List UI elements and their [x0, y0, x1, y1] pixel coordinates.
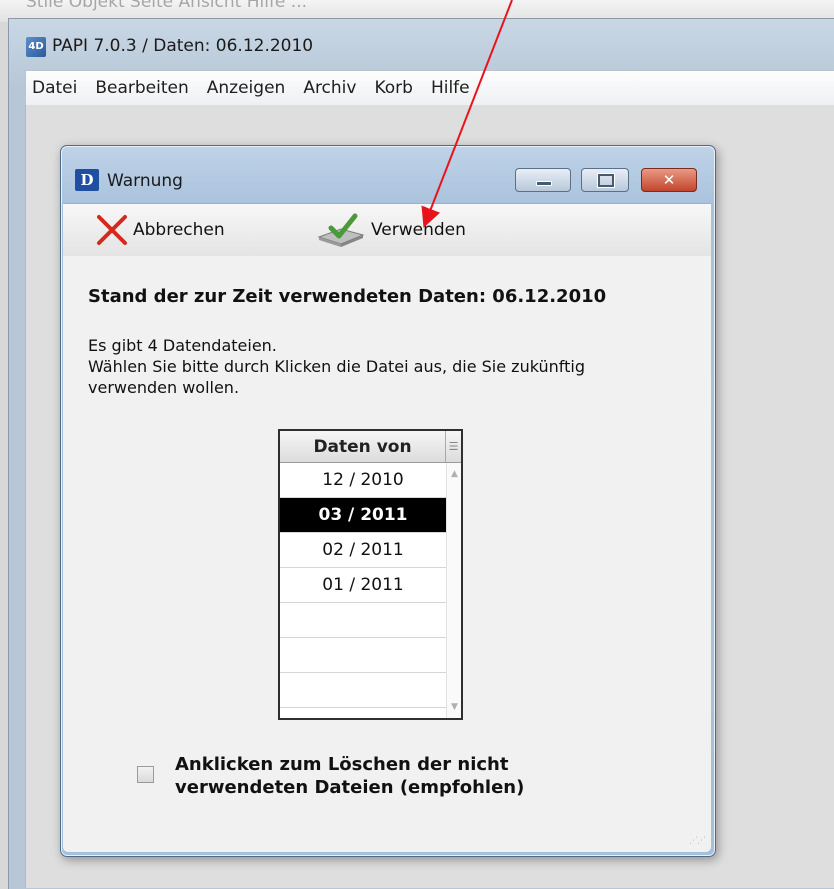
papi-app-icon: 4D	[26, 37, 46, 57]
dialog-title: Warnung	[107, 171, 183, 191]
cancel-label: Abbrechen	[133, 220, 225, 240]
list-item-selected[interactable]: 03 / 2011	[280, 498, 446, 533]
dialog-4d-icon: D	[75, 169, 99, 191]
maximize-icon	[598, 174, 614, 187]
menu-korb[interactable]: Korb	[368, 78, 418, 98]
list-item[interactable]: 12 / 2010	[280, 463, 446, 498]
list-header-daten-von[interactable]: Daten von	[280, 431, 446, 463]
list-item[interactable]: 01 / 2011	[280, 568, 446, 603]
data-file-list[interactable]: Daten von ☰ 12 / 2010 03 / 2011 02 / 201…	[278, 429, 463, 720]
warning-dialog: D Warnung ✕ Abbrechen Verwenden Stand de…	[60, 145, 716, 857]
maximize-button[interactable]	[581, 168, 629, 192]
instruction-line: verwenden wollen.	[88, 378, 240, 397]
use-label: Verwenden	[371, 220, 466, 240]
scroll-up-icon[interactable]: ▲	[447, 469, 462, 479]
list-scrollbar[interactable]: ▲ ▼	[446, 463, 461, 718]
sort-options-icon[interactable]: ☰	[446, 431, 461, 463]
list-item-empty	[280, 673, 446, 708]
minimize-icon	[536, 181, 552, 186]
menu-datei[interactable]: Datei	[26, 78, 83, 98]
app-titlebar: 4D PAPI 7.0.3 / Daten: 06.12.2010	[9, 19, 834, 71]
list-rows: 12 / 2010 03 / 2011 02 / 2011 01 / 2011	[280, 463, 446, 708]
dialog-toolbar: Abbrechen Verwenden	[63, 203, 711, 257]
menu-archiv[interactable]: Archiv	[297, 78, 362, 98]
menu-hilfe[interactable]: Hilfe	[425, 78, 476, 98]
list-item-empty	[280, 603, 446, 638]
background-window-text: Stile Objekt Seite Ansicht Hilfe ...	[26, 0, 307, 12]
close-button[interactable]: ✕	[641, 168, 697, 192]
menu-bearbeiten[interactable]: Bearbeiten	[89, 78, 194, 98]
instruction-line: Wählen Sie bitte durch Klicken die Datei…	[88, 357, 585, 376]
menu-anzeigen[interactable]: Anzeigen	[201, 78, 292, 98]
scroll-down-icon[interactable]: ▼	[447, 702, 462, 712]
list-item[interactable]: 02 / 2011	[280, 533, 446, 568]
list-item-empty	[280, 638, 446, 673]
cancel-button[interactable]: Abbrechen	[95, 204, 225, 256]
resize-grip-icon[interactable]: ⋰⋰	[689, 836, 706, 846]
minimize-button[interactable]	[515, 168, 571, 192]
checkmark-tray-icon	[317, 213, 365, 247]
close-icon: ✕	[662, 171, 676, 189]
delete-unused-label[interactable]: Anklicken zum Löschen der nicht verwende…	[175, 753, 524, 799]
data-status-headline: Stand der zur Zeit verwendeten Daten: 06…	[88, 286, 607, 307]
delete-unused-checkbox[interactable]	[137, 766, 154, 783]
menubar: Datei Bearbeiten Anzeigen Archiv Korb Hi…	[25, 70, 834, 106]
checkbox-label-line: Anklicken zum Löschen der nicht	[175, 754, 509, 775]
red-x-icon	[97, 215, 127, 245]
dialog-content: Stand der zur Zeit verwendeten Daten: 06…	[63, 256, 711, 852]
use-button[interactable]: Verwenden	[315, 204, 466, 256]
checkbox-label-line: verwendeten Dateien (empfohlen)	[175, 777, 525, 798]
instruction-line: Es gibt 4 Datendateien.	[88, 336, 277, 355]
instruction-text: Es gibt 4 Datendateien. Wählen Sie bitte…	[88, 335, 708, 398]
app-title: PAPI 7.0.3 / Daten: 06.12.2010	[52, 36, 314, 56]
